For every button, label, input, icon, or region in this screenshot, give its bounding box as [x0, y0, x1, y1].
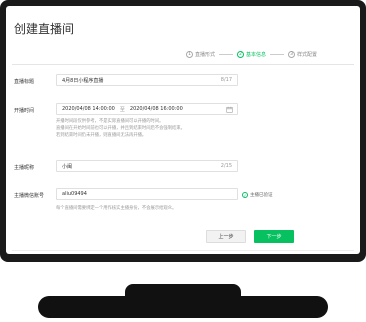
title-label: 直播标题: [14, 79, 35, 85]
anchor-input[interactable]: 小闽 2/15: [56, 160, 238, 172]
step-1: 1 直播形式: [186, 50, 216, 58]
calendar-icon: [226, 106, 233, 113]
wechat-value: aliu09494: [62, 191, 87, 197]
wechat-verified-status: ✓ 主播已验证: [242, 192, 273, 198]
time-hint-line: 直播间在开始时间前也可以开播，并且到结束时间后不会强制结束。: [56, 126, 185, 131]
step-3-number: 3: [288, 50, 296, 58]
header-divider: [12, 64, 354, 65]
wechat-input[interactable]: aliu09494: [56, 188, 238, 200]
wechat-hint: 每个直播间需要绑定一个用作核实主播身份，不会展示给观众。: [56, 206, 177, 211]
step-indicator: 1 直播形式 2 基本信息 3 样式配置: [186, 48, 356, 60]
check-icon: ✓: [242, 192, 248, 198]
prev-button[interactable]: 上一步: [206, 230, 246, 243]
next-button[interactable]: 下一步: [254, 230, 294, 243]
step-1-number: 1: [186, 50, 193, 58]
anchor-value: 小闽: [62, 163, 73, 170]
footer-divider: [12, 250, 354, 251]
step-2: 2 基本信息: [237, 50, 267, 58]
title-char-count: 8/17: [220, 77, 232, 83]
anchor-label: 主播昵称: [14, 165, 35, 171]
page-title: 创建直播间: [14, 22, 75, 36]
step-2-number: 2: [237, 50, 245, 58]
monitor-frame: 创建直播间 1 直播形式 2 基本信息 3 样式配置 直播标题 4月8日小程序直…: [0, 0, 366, 262]
time-separator: 至: [119, 106, 125, 113]
step-connector: [270, 53, 285, 55]
title-value: 4月8日小程序直播: [62, 77, 104, 84]
time-range-picker[interactable]: 2020/04/08 14:00:00 至 2020/04/08 16:00:0…: [56, 103, 238, 115]
time-hint: 开播时间段仅供参考，不是实际直播间可以开播的时间。 直播间在开始时间前也可以开播…: [56, 118, 185, 139]
title-input[interactable]: 4月8日小程序直播 8/17: [56, 74, 238, 86]
step-2-label: 基本信息: [246, 51, 267, 58]
step-3-label: 样式配置: [297, 51, 318, 58]
monitor-stand-base: [38, 296, 328, 318]
end-time-value: 2020/04/08 16:00:00: [129, 106, 183, 112]
time-hint-line: 若到结束时间仍未开播，则直播间无法再开播。: [56, 133, 147, 138]
wechat-status-text: 主播已验证: [250, 193, 273, 198]
time-label: 开播时间: [14, 108, 35, 114]
screen: 创建直播间 1 直播形式 2 基本信息 3 样式配置 直播标题 4月8日小程序直…: [6, 6, 360, 254]
step-3: 3 样式配置: [288, 50, 318, 58]
step-1-label: 直播形式: [195, 51, 216, 58]
start-time-value: 2020/04/08 14:00:00: [62, 106, 115, 112]
wechat-label: 主播微信账号: [14, 193, 45, 199]
time-hint-line: 开播时间段仅供参考，不是实际直播间可以开播的时间。: [56, 119, 164, 124]
step-connector: [219, 53, 234, 55]
anchor-char-count: 2/15: [220, 163, 232, 169]
